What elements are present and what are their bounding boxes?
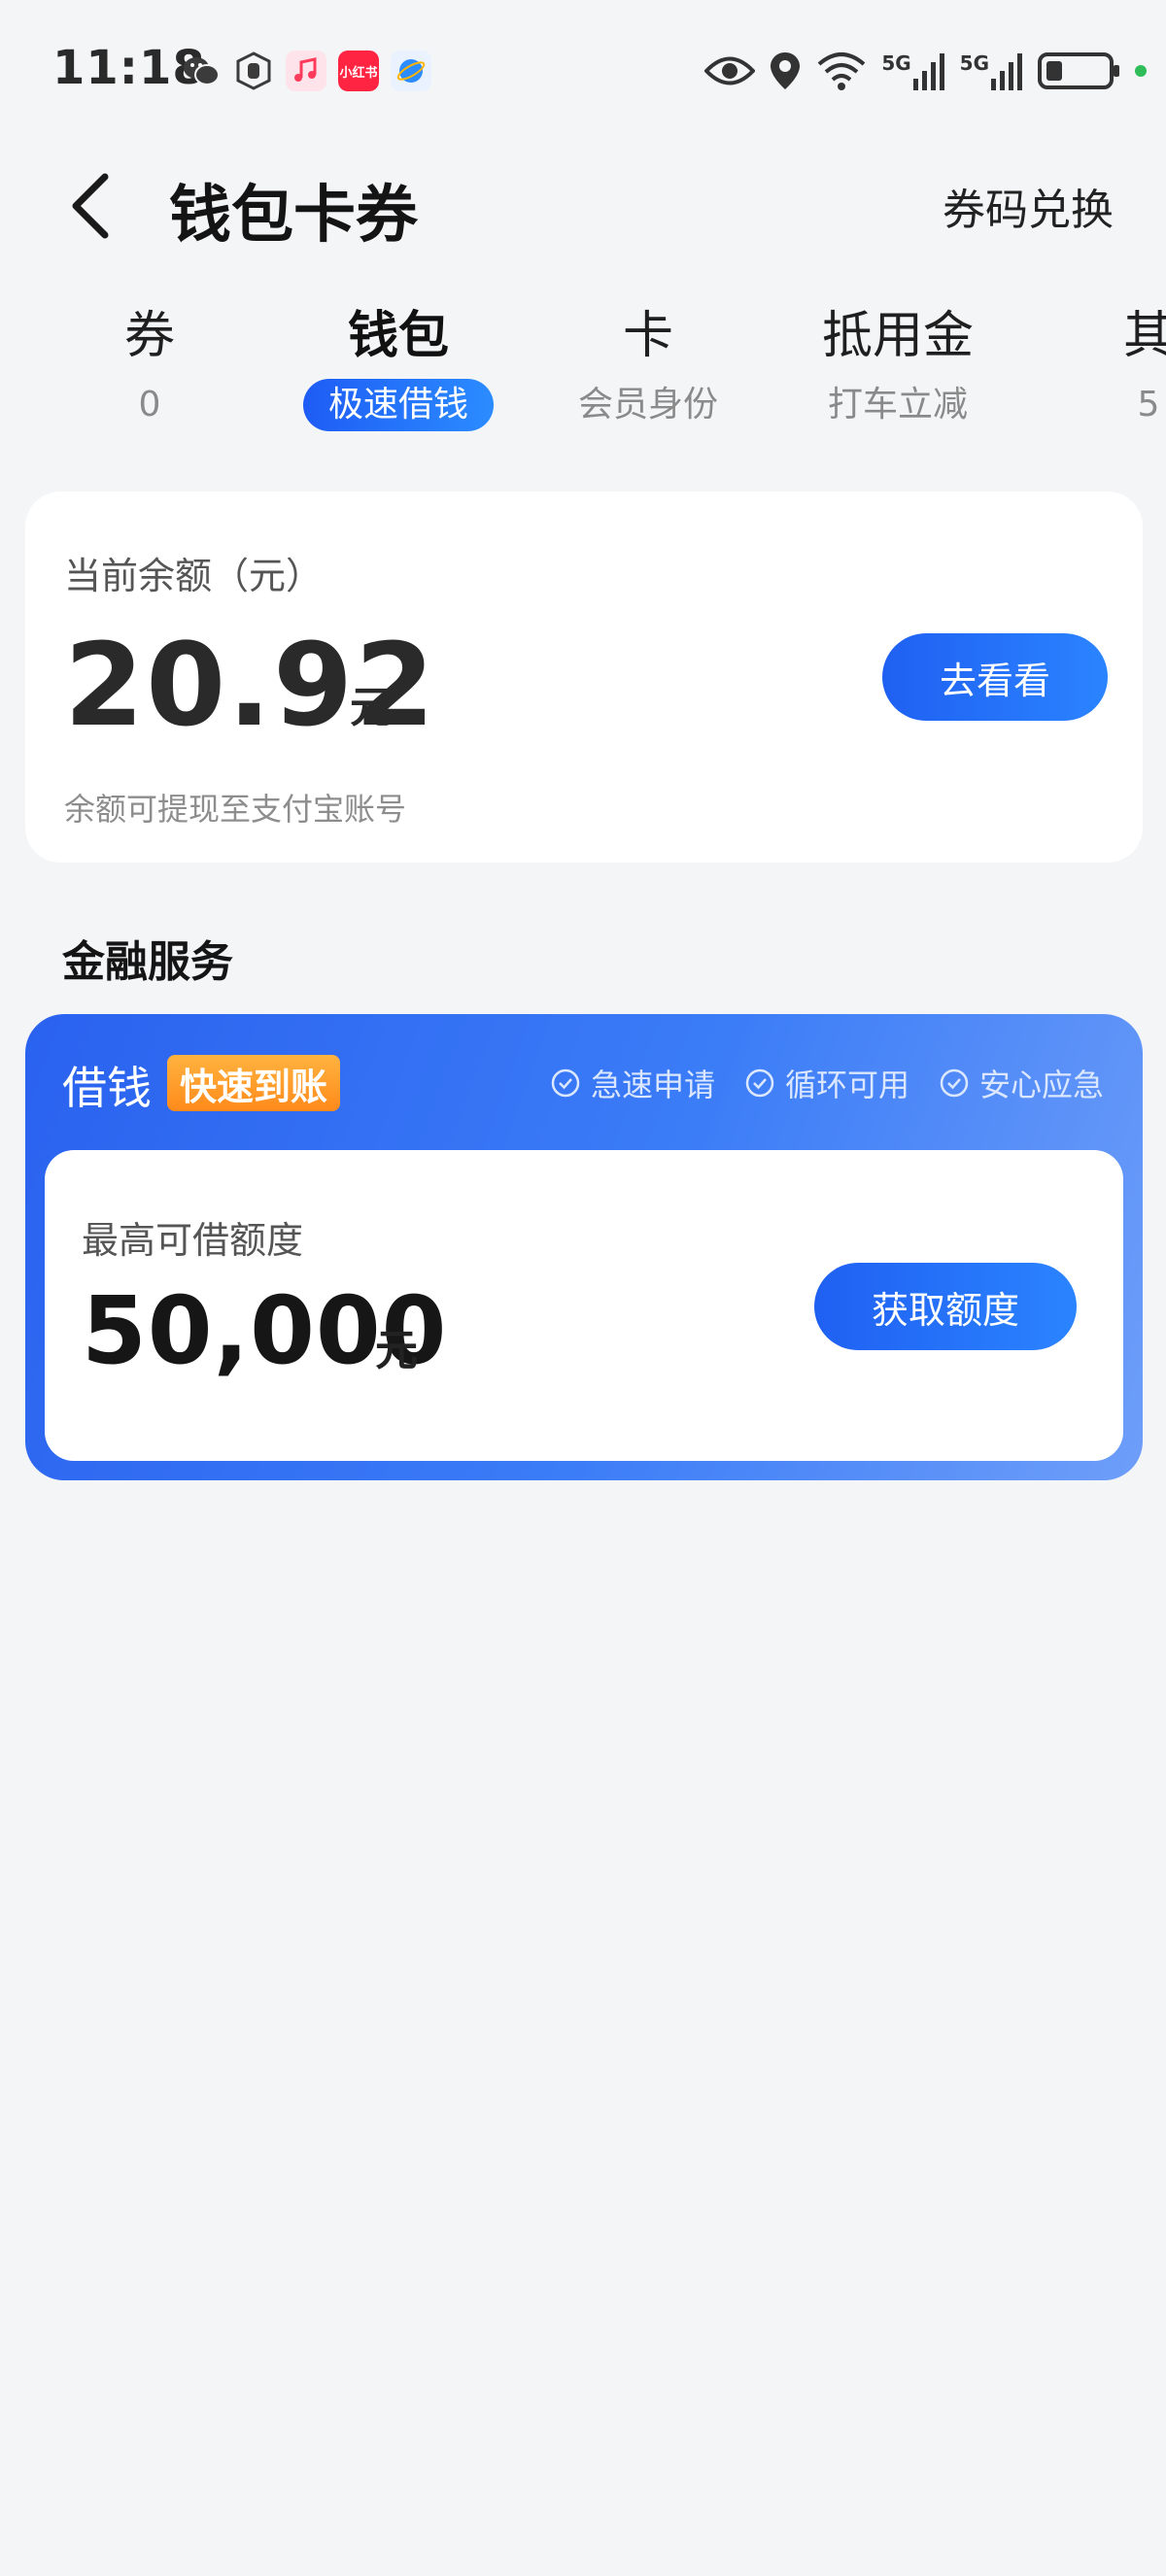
check-circle-icon xyxy=(745,1068,774,1098)
feature-item: 急速申请 xyxy=(550,1061,715,1105)
signal-bars-icon xyxy=(991,53,1022,90)
section-title: 金融服务 xyxy=(62,937,233,987)
tab-title: 抵用金 xyxy=(821,307,974,365)
location-icon xyxy=(771,52,801,89)
system-icons: 5G 5G xyxy=(704,51,1147,91)
network-label-2: 5G xyxy=(959,51,989,75)
back-arrow-icon[interactable] xyxy=(64,171,119,241)
tab-subtitle: 会员身份 xyxy=(577,385,718,424)
tab-title: 卡 xyxy=(622,307,673,365)
tab-coupons[interactable]: 券 0 xyxy=(23,301,276,431)
tab-wallet[interactable]: 钱包 极速借钱 xyxy=(272,301,525,431)
browser-icon xyxy=(391,51,431,91)
feature-label: 循环可用 xyxy=(784,1067,909,1103)
top-app-bar: 钱包卡券 券码兑换 xyxy=(0,146,1166,253)
tab-other[interactable]: 其 5 xyxy=(1022,301,1166,431)
music-icon xyxy=(286,51,326,91)
feature-label: 安心应急 xyxy=(978,1067,1104,1103)
limit-unit: 元 xyxy=(375,1326,418,1375)
wifi-icon xyxy=(818,52,866,90)
loan-card[interactable]: 借钱 快速到账 急速申请 循环可用 安心应急 最高可借额度 50,000 元 获… xyxy=(25,1014,1143,1480)
loan-title: 借钱 xyxy=(62,1062,152,1114)
tab-title: 券 xyxy=(123,307,175,365)
get-limit-button[interactable]: 获取额度 xyxy=(814,1263,1077,1350)
redeem-code-button[interactable]: 券码兑换 xyxy=(943,175,1114,237)
notification-icons: 小红书 xyxy=(181,51,431,91)
tab-subtitle: 0 xyxy=(138,385,161,424)
balance-note: 余额可提现至支付宝账号 xyxy=(64,791,407,828)
tab-subtitle: 5 xyxy=(1137,385,1160,424)
limit-label: 最高可借额度 xyxy=(82,1219,304,1262)
check-circle-icon xyxy=(940,1068,969,1098)
battery-icon xyxy=(1038,52,1119,89)
balance-label: 当前余额（元） xyxy=(64,555,324,597)
loan-limit-panel: 最高可借额度 50,000 元 获取额度 xyxy=(45,1150,1123,1461)
feature-item: 安心应急 xyxy=(939,1061,1104,1105)
tab-subtitle: 打车立减 xyxy=(827,385,968,424)
online-dot xyxy=(1135,65,1147,77)
view-balance-button[interactable]: 去看看 xyxy=(882,633,1108,721)
tab-title: 其 xyxy=(1122,307,1166,365)
check-circle-icon xyxy=(551,1068,580,1098)
feature-label: 急速申请 xyxy=(590,1067,715,1103)
balance-card: 当前余额（元） 20.92 元 余额可提现至支付宝账号 去看看 xyxy=(25,491,1143,863)
loan-features: 急速申请 循环可用 安心应急 xyxy=(550,1061,1104,1105)
page-title: 钱包卡券 xyxy=(169,180,418,252)
tab-title: 钱包 xyxy=(347,307,449,365)
signal-bars-icon xyxy=(912,53,944,90)
signal-5g-1: 5G xyxy=(881,51,945,90)
eye-icon xyxy=(704,56,756,85)
status-bar: 11:18 小红书 5G 5G xyxy=(0,0,1166,146)
tab-cards[interactable]: 卡 会员身份 xyxy=(522,301,774,431)
xiaohongshu-icon: 小红书 xyxy=(338,51,379,91)
category-tabs: 券 0 钱包 极速借钱 卡 会员身份 抵用金 打车立减 其 5 xyxy=(0,301,1166,447)
fast-arrival-badge: 快速到账 xyxy=(167,1055,340,1111)
xiaohongshu-text: 小红书 xyxy=(339,65,378,81)
shield-hand-icon xyxy=(233,51,274,91)
tab-subtitle-badge: 极速借钱 xyxy=(302,379,494,431)
feature-item: 循环可用 xyxy=(744,1061,909,1105)
wechat-icon xyxy=(181,51,222,91)
signal-5g-2: 5G xyxy=(960,51,1024,90)
network-label-1: 5G xyxy=(881,51,911,75)
balance-unit: 元 xyxy=(350,683,393,732)
tab-vouchers[interactable]: 抵用金 打车立减 xyxy=(772,301,1024,431)
